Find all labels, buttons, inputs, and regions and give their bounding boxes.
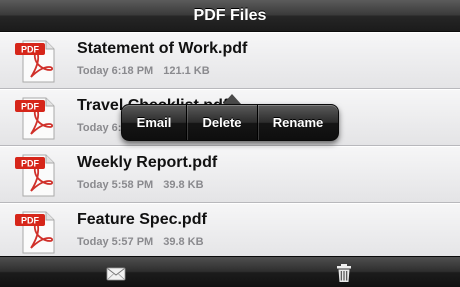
pdf-badge-label: PDF [21, 45, 40, 55]
file-size: 39.8 KB [163, 236, 204, 248]
file-size: 39.8 KB [163, 179, 204, 191]
file-name: Weekly Report.pdf [77, 154, 218, 171]
file-meta: Today 5:58 PM 39.8 KB [77, 179, 214, 191]
email-button[interactable]: Email [122, 105, 186, 140]
pdf-file-icon: PDF [15, 211, 55, 254]
list-item[interactable]: PDF Weekly Report.pdf Today 5:58 PM 39.8 … [0, 146, 460, 203]
delete-button[interactable]: Delete [187, 105, 257, 140]
pdf-badge-label: PDF [21, 216, 40, 226]
file-time: Today 6:18 PM [77, 65, 154, 77]
bottom-toolbar [0, 256, 460, 287]
trash-icon[interactable] [329, 261, 359, 285]
mail-icon[interactable] [101, 261, 131, 285]
file-time: Today 6: [77, 122, 122, 134]
pdf-badge-label: PDF [21, 159, 40, 169]
file-meta: Today 6:18 PM 121.1 KB [77, 65, 220, 77]
rename-button[interactable]: Rename [258, 105, 338, 140]
context-menu-popover: Email Delete Rename [121, 104, 339, 141]
list-item[interactable]: PDF Statement of Work.pdf Today 6:18 PM 1… [0, 32, 460, 89]
pdf-file-icon: PDF [15, 154, 55, 197]
pdf-file-icon: PDF [15, 97, 55, 140]
file-size: 121.1 KB [163, 65, 210, 77]
file-name: Feature Spec.pdf [77, 211, 207, 228]
file-time: Today 5:58 PM [77, 179, 154, 191]
pdf-file-icon: PDF [15, 40, 55, 83]
file-time: Today 5:57 PM [77, 236, 154, 248]
file-list: PDF Statement of Work.pdf Today 6:18 PM 1… [0, 32, 460, 256]
file-meta: Today 5:57 PM 39.8 KB [77, 236, 214, 248]
pdf-badge-label: PDF [21, 102, 40, 112]
navigation-bar: PDF Files [0, 0, 460, 32]
popover-arrow [223, 94, 241, 104]
list-item[interactable]: PDF Feature Spec.pdf Today 5:57 PM 39.8 K… [0, 203, 460, 256]
file-name: Statement of Work.pdf [77, 40, 248, 57]
page-title: PDF Files [193, 7, 267, 24]
